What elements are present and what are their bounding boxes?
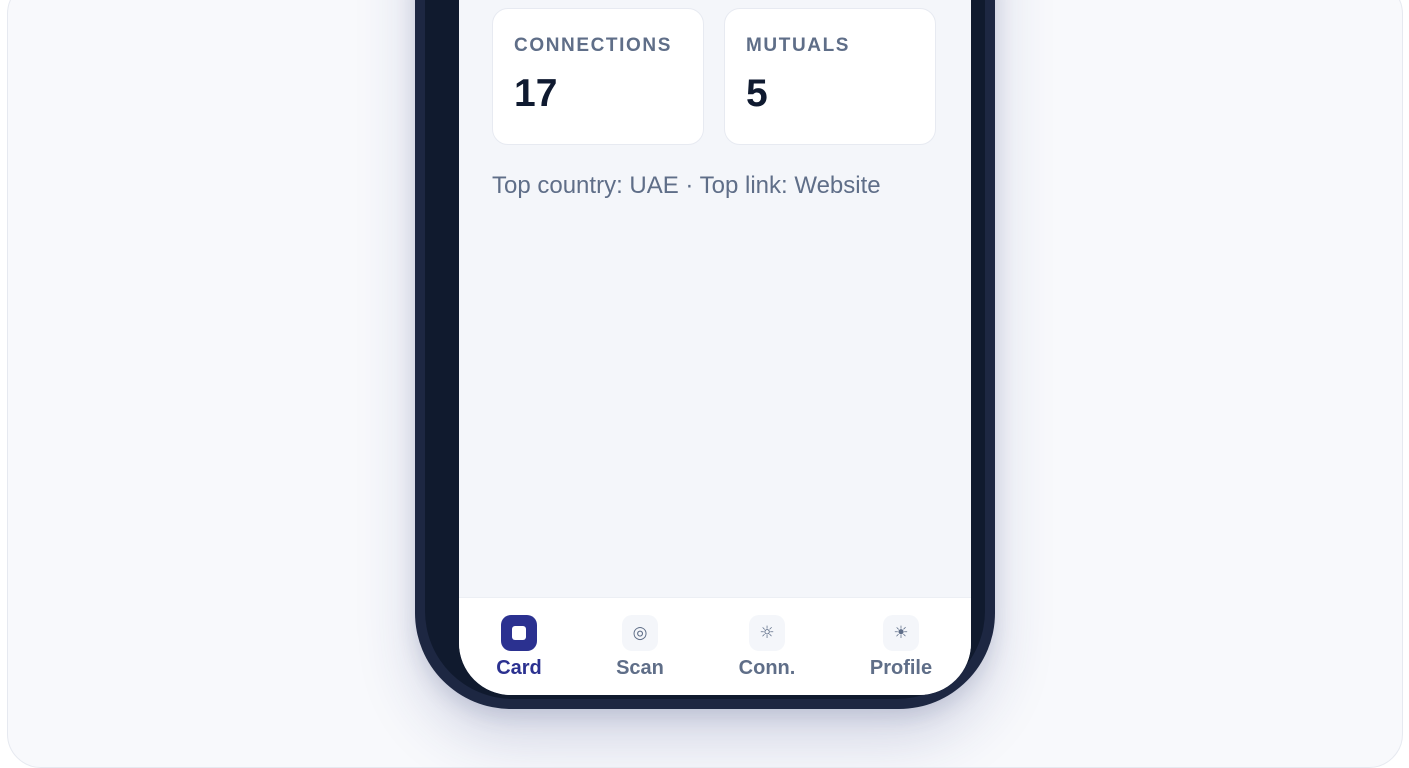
mutuals-stat-value: 5 — [746, 72, 768, 115]
tab-scan[interactable]: ◎ Scan — [600, 598, 680, 695]
tab-scan-label: Scan — [616, 657, 664, 679]
tab-connections-label: Conn. — [738, 657, 796, 679]
phone-frame: CONNECTIONS 17 MUTUALS 5 Top country: UA… — [415, 0, 995, 709]
connections-stat-card[interactable]: CONNECTIONS 17 — [492, 8, 704, 145]
connections-icon: ☼ — [749, 615, 785, 651]
tab-card[interactable]: Card — [479, 598, 559, 695]
tab-profile[interactable]: ☀ Profile — [856, 598, 946, 695]
app-screen: CONNECTIONS 17 MUTUALS 5 Top country: UA… — [459, 0, 971, 695]
connections-stat-value: 17 — [514, 72, 558, 115]
connections-stat-label: CONNECTIONS — [514, 35, 672, 56]
mutuals-stat-card[interactable]: MUTUALS 5 — [724, 8, 936, 145]
mutuals-stat-label: MUTUALS — [746, 35, 851, 56]
tab-connections[interactable]: ☼ Conn. — [722, 598, 812, 695]
card-icon — [501, 615, 537, 651]
scan-icon: ◎ — [622, 615, 658, 651]
stats-row: CONNECTIONS 17 MUTUALS 5 — [492, 8, 940, 148]
top-insights-text: Top country: UAE · Top link: Website — [492, 172, 881, 199]
phone-bezel: CONNECTIONS 17 MUTUALS 5 Top country: UA… — [425, 0, 985, 699]
bottom-tab-bar: Card ◎ Scan ☼ Conn. ☀ Profile — [459, 597, 971, 695]
profile-icon: ☀ — [883, 615, 919, 651]
canvas-background: CONNECTIONS 17 MUTUALS 5 Top country: UA… — [7, 0, 1403, 768]
tab-card-label: Card — [496, 657, 542, 679]
tab-profile-label: Profile — [869, 657, 933, 679]
